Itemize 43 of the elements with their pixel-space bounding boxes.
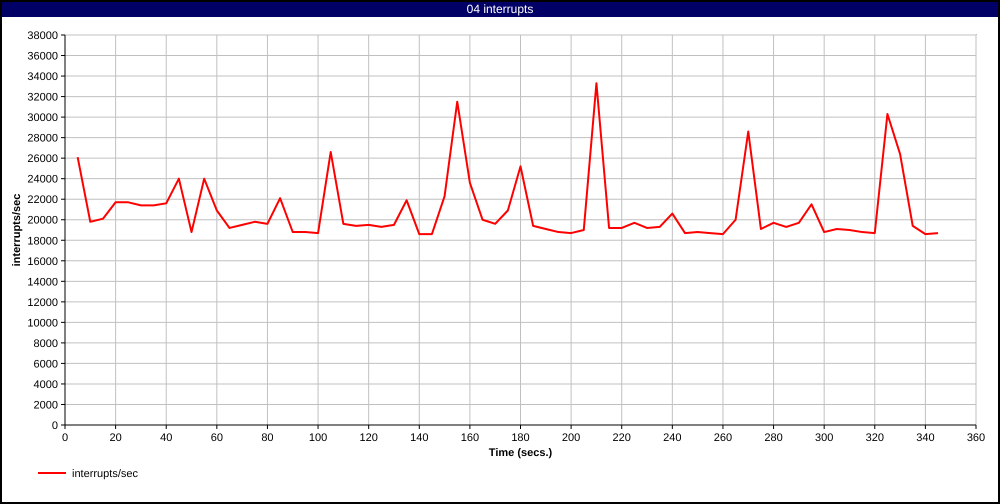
x-tick-label: 140: [410, 432, 428, 444]
y-tick-label: 36000: [27, 50, 58, 63]
x-tick-label: 240: [663, 432, 682, 444]
legend-label: interrupts/sec: [72, 468, 138, 480]
y-tick-label: 2000: [34, 399, 58, 412]
x-tick-label: 260: [714, 432, 732, 444]
y-tick-label: 12000: [27, 296, 58, 309]
x-tick-label: 120: [359, 432, 378, 444]
window-title: 04 interrupts: [466, 2, 534, 17]
x-tick-label: 200: [562, 432, 580, 444]
x-tick-label: 320: [866, 432, 884, 444]
x-tick-label: 340: [916, 432, 935, 444]
x-tick-label: 220: [612, 432, 631, 444]
y-tick-label: 30000: [27, 112, 58, 124]
x-tick-label: 280: [764, 432, 783, 444]
x-tick-label: 40: [160, 432, 172, 444]
y-axis-label: interrupts/sec: [11, 194, 23, 266]
y-tick-label: 26000: [27, 153, 58, 166]
x-tick-label: 180: [511, 432, 530, 444]
y-tick-label: 20000: [27, 214, 58, 227]
x-tick-label: 60: [210, 432, 223, 444]
y-tick-label: 14000: [27, 276, 58, 288]
y-tick-label: 0: [52, 420, 58, 432]
y-tick-label: 6000: [34, 358, 58, 370]
y-tick-label: 10000: [27, 317, 58, 330]
y-tick-label: 32000: [27, 92, 58, 104]
x-tick-label: 80: [261, 432, 274, 444]
y-tick-label: 34000: [27, 71, 58, 84]
y-tick-label: 38000: [27, 30, 58, 42]
x-tick-label: 100: [308, 432, 328, 444]
x-axis-label: Time (secs.): [488, 447, 552, 459]
y-tick-label: 18000: [27, 235, 58, 248]
y-tick-label: 28000: [27, 132, 58, 145]
y-tick-label: 8000: [34, 338, 58, 350]
x-tick-label: 160: [460, 432, 480, 444]
x-tick-label: 0: [62, 432, 68, 444]
y-tick-label: 24000: [27, 174, 58, 186]
x-tick-label: 20: [109, 432, 122, 444]
y-tick-label: 16000: [27, 256, 58, 268]
y-tick-label: 4000: [34, 378, 58, 391]
x-tick-label: 360: [966, 432, 986, 444]
y-tick-label: 22000: [27, 194, 58, 206]
x-tick-label: 300: [814, 432, 834, 444]
